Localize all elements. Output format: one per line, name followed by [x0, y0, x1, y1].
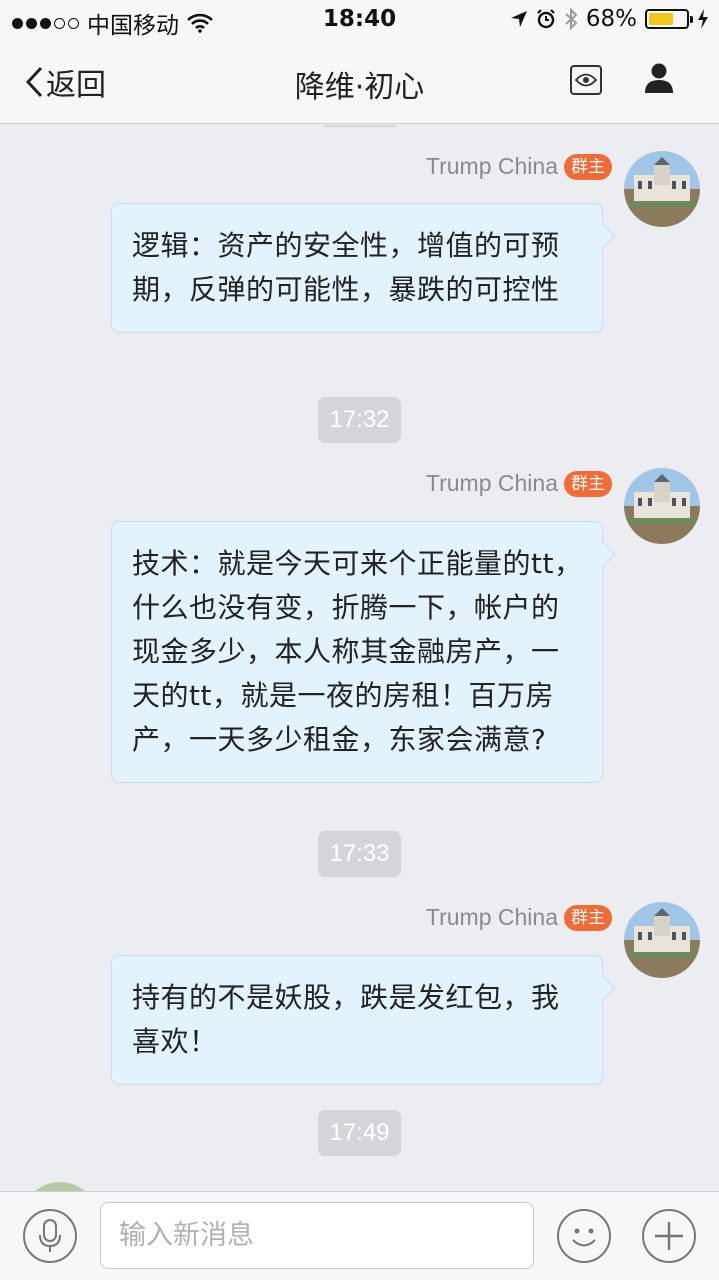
- eye-icon: [575, 73, 597, 87]
- message-sender: Trump China 群主: [426, 153, 612, 180]
- battery-percent: 68%: [585, 6, 637, 32]
- microphone-icon: [39, 1219, 61, 1252]
- avatar[interactable]: [624, 151, 700, 227]
- charging-bolt-icon: [698, 9, 708, 29]
- message-bubble[interactable]: 逻辑：资产的安全性，增值的可预期，反弹的可能性，暴跌的可控性: [111, 203, 603, 333]
- sender-name: Trump China: [425, 153, 558, 179]
- owner-badge: 群主: [564, 470, 612, 497]
- battery-level-fill: [649, 13, 674, 25]
- status-bar: 中国移动 18:40 68%: [0, 0, 719, 40]
- sender-name: Trump China: [425, 904, 558, 930]
- emoji-button[interactable]: [557, 1209, 611, 1263]
- previous-timestamp-pill: [319, 125, 401, 127]
- chat-title: 降维·初心: [294, 70, 425, 105]
- bluetooth-icon: [565, 8, 578, 30]
- alarm-icon: [537, 9, 555, 29]
- eye-button[interactable]: [570, 65, 602, 95]
- message-sender: Trump China 群主: [426, 470, 612, 497]
- smiley-icon: [572, 1228, 596, 1247]
- message-text: 技术：就是今天可来个正能量的tt，什么也没有变，折腾一下，帐户的现金多少，本人称…: [132, 547, 583, 756]
- timestamp: 17:32: [318, 397, 401, 443]
- status-right: 68%: [510, 6, 709, 32]
- chat-area[interactable]: Trump China 群主 逻辑：资产的安全性，增值的可预期，反弹的可能性，暴…: [0, 125, 719, 1191]
- avatar-image: [624, 902, 700, 978]
- plus-icon: [655, 1222, 683, 1250]
- message-bubble[interactable]: 持有的不是妖股，跌是发红包，我喜欢！: [111, 955, 603, 1085]
- sender-name: Trump China: [425, 470, 558, 496]
- input-bar: 输入新消息: [0, 1191, 719, 1280]
- message-input[interactable]: 输入新消息: [100, 1202, 534, 1269]
- message-text: 逻辑：资产的安全性，增值的可预期，反弹的可能性，暴跌的可控性: [132, 229, 560, 306]
- avatar-image: [624, 151, 700, 227]
- message-sender: Trump China 群主: [426, 904, 612, 931]
- timestamp: 17:33: [318, 831, 401, 877]
- avatar[interactable]: [624, 902, 700, 978]
- message-bubble[interactable]: 技术：就是今天可来个正能量的tt，什么也没有变，折腾一下，帐户的现金多少，本人称…: [111, 521, 603, 783]
- message-text: 持有的不是妖股，跌是发红包，我喜欢！: [132, 981, 560, 1058]
- navigation-bar: 返回 降维·初心: [0, 40, 719, 124]
- battery-icon: [645, 9, 693, 29]
- owner-badge: 群主: [564, 153, 612, 180]
- location-arrow-icon: [510, 11, 527, 27]
- avatar-image: [624, 468, 700, 544]
- voice-button[interactable]: [23, 1209, 77, 1263]
- avatar[interactable]: [22, 1182, 98, 1191]
- person-icon: [645, 63, 673, 93]
- avatar[interactable]: [624, 468, 700, 544]
- owner-badge: 群主: [564, 904, 612, 931]
- timestamp: 17:49: [318, 1110, 401, 1156]
- group-members-button[interactable]: [643, 62, 675, 98]
- more-button[interactable]: [642, 1209, 696, 1263]
